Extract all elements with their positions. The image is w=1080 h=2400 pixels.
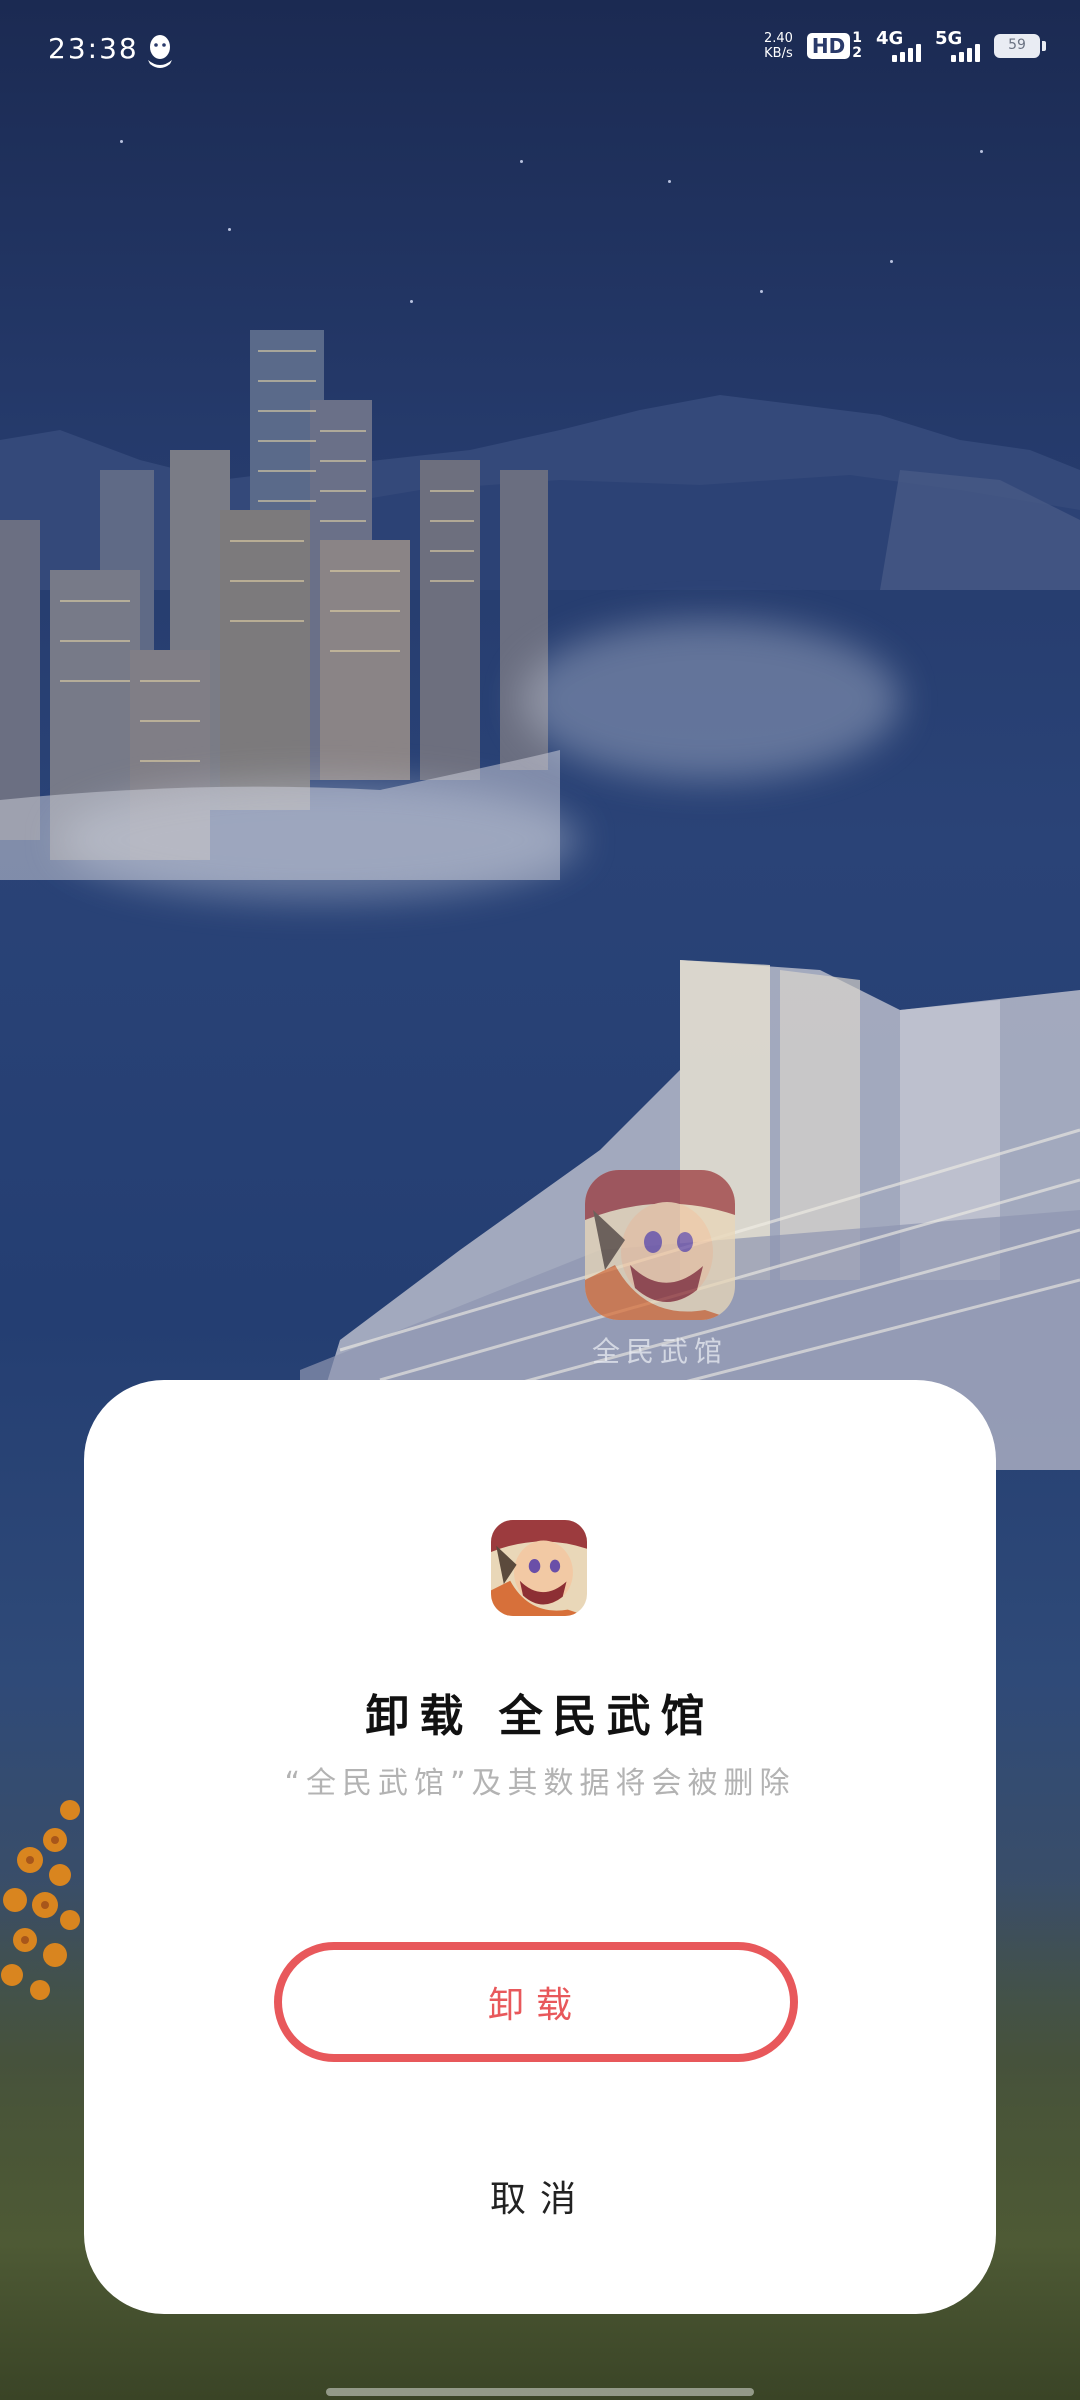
network-speed-value: 2.40 — [763, 31, 793, 46]
cancel-button[interactable]: 取消 — [84, 2170, 996, 2222]
uninstall-button[interactable]: 卸载 — [274, 1942, 798, 2062]
fog — [520, 620, 900, 780]
status-indicators: 2.40 KB/s HD 1 2 4G 5G 59 — [764, 30, 1046, 62]
star — [980, 150, 983, 153]
battery-icon: 59 — [994, 34, 1046, 58]
signal-sim1: 4G — [876, 30, 921, 62]
star — [520, 160, 523, 163]
desktop-app-shortcut[interactable]: 全民武馆 — [585, 1170, 735, 1370]
status-bar: 23:38 2.40 KB/s HD 1 2 4G 5G 59 — [0, 0, 1080, 100]
signal-icon — [951, 44, 980, 62]
dialog-subtitle: “全民武馆”及其数据将会被删除 — [284, 1766, 796, 1801]
signal-icon — [892, 44, 921, 62]
hd-sim-top: 1 — [852, 30, 862, 46]
game-avatar-icon — [585, 1170, 735, 1320]
hd-voice-indicator: HD 1 2 — [806, 31, 862, 61]
star — [228, 228, 231, 231]
game-avatar-icon — [491, 1520, 587, 1616]
hd-sim-bottom: 2 — [852, 45, 862, 61]
dialog-title: 卸载 全民武馆 — [365, 1691, 715, 1742]
uninstall-dialog: 卸载 全民武馆 “全民武馆”及其数据将会被删除 卸载 取消 — [84, 1380, 996, 2314]
star — [410, 300, 413, 303]
signal-sim2: 5G — [935, 30, 980, 62]
network-speed: 2.40 KB/s — [764, 31, 793, 61]
gesture-nav-bar[interactable] — [326, 2388, 754, 2396]
star — [668, 180, 671, 183]
network-speed-unit: KB/s — [764, 46, 793, 61]
star — [890, 260, 893, 263]
qq-icon — [148, 35, 172, 68]
hd-sim-indicator: 1 2 — [852, 31, 862, 61]
star — [120, 140, 123, 143]
home-screen: 23:38 2.40 KB/s HD 1 2 4G 5G 59 全民武馆 卸载 … — [0, 0, 1080, 2400]
hd-badge: HD — [806, 33, 851, 59]
orange-flowers — [1, 1800, 80, 2000]
status-time: 23:38 — [48, 32, 139, 65]
desktop-app-label: 全民武馆 — [591, 1335, 728, 1368]
fog — [60, 780, 580, 900]
battery-level: 59 — [1008, 37, 1026, 53]
star — [760, 290, 763, 293]
